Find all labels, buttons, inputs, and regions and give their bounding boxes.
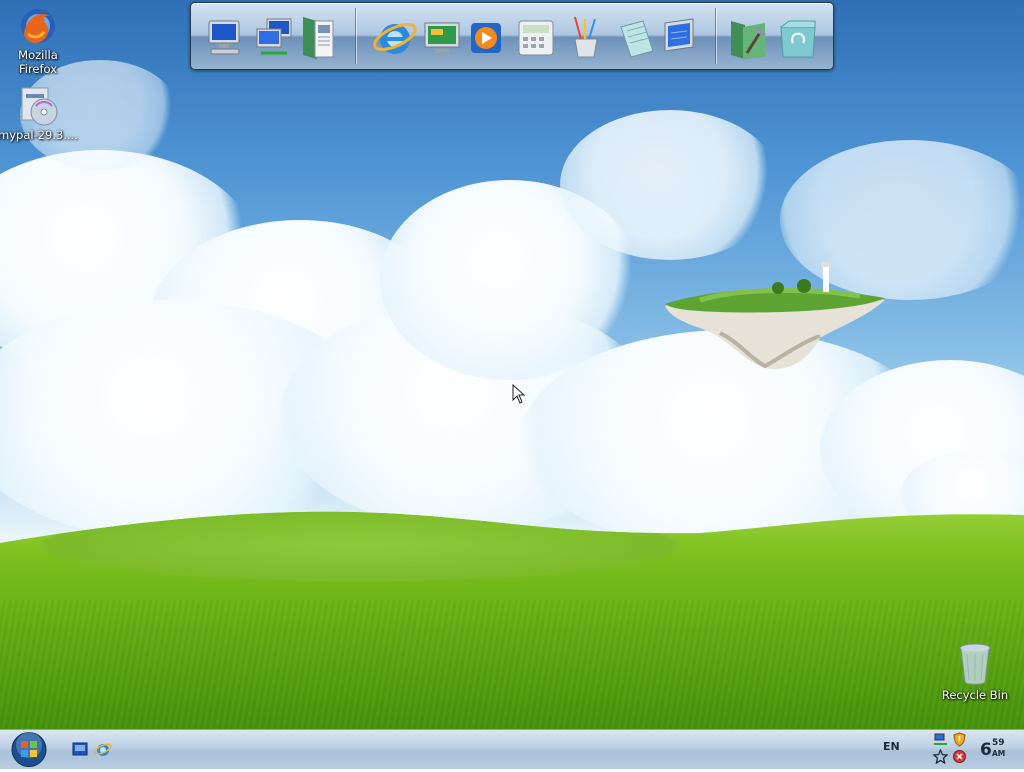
- recycle-folder-icon: [780, 20, 816, 58]
- dock-item-paint[interactable]: [563, 13, 609, 61]
- clock-minute: 59: [992, 738, 1005, 748]
- dock-item-recycle-folder[interactable]: [775, 13, 821, 61]
- dock-bar: [190, 2, 834, 70]
- tray-security[interactable]: [952, 732, 967, 747]
- language-indicator[interactable]: EN: [883, 740, 900, 753]
- mouse-cursor-icon: [512, 384, 526, 404]
- show-desktop-icon: [72, 742, 88, 756]
- display-settings-icon: [664, 18, 694, 52]
- security-shield-icon: [953, 732, 966, 747]
- dock-item-notepad[interactable]: [613, 13, 659, 61]
- dock-item-documents[interactable]: [295, 13, 341, 61]
- dock-item-my-computer[interactable]: [201, 13, 247, 61]
- quick-launch-show-desktop[interactable]: [71, 740, 89, 758]
- desktop-icon-recycle-bin[interactable]: Recycle Bin: [935, 642, 1015, 702]
- quick-launch-internet-explorer[interactable]: [94, 740, 112, 758]
- star-tray-icon: [932, 748, 949, 765]
- internet-explorer-icon: [373, 23, 417, 54]
- clock-ampm: AM: [992, 749, 1006, 758]
- installer-disc-icon: [21, 87, 58, 126]
- desktop-icon-firefox[interactable]: Mozilla Firefox: [0, 4, 78, 76]
- desktop-icon-label: Mozilla Firefox: [18, 48, 58, 76]
- desktop-icon-label: Recycle Bin: [941, 688, 1009, 702]
- calculator-icon: [518, 20, 554, 56]
- control-panel-icon: [424, 22, 460, 53]
- dock-item-display-settings[interactable]: [655, 13, 701, 61]
- media-player-icon: [471, 23, 501, 53]
- clock-hour: 6: [980, 740, 992, 760]
- tray-star[interactable]: [932, 748, 949, 765]
- tray-network[interactable]: [933, 732, 948, 747]
- recycle-bin-icon: [959, 643, 991, 685]
- dock-item-calculator[interactable]: [513, 13, 559, 61]
- network-icon: [256, 18, 292, 55]
- floating-island: [665, 262, 885, 369]
- network-tray-icon: [934, 733, 947, 745]
- desktop-icon-mypal[interactable]: mypal-29.3....: [0, 84, 78, 142]
- tray-alert[interactable]: [952, 749, 967, 764]
- my-computer-icon: [208, 20, 240, 55]
- firefox-icon: [21, 9, 55, 43]
- desktop-icon-label: mypal-29.3....: [0, 128, 78, 142]
- alert-tray-icon: [953, 750, 966, 763]
- tools-folder-icon: [731, 21, 767, 59]
- dock-item-control-panel[interactable]: [419, 13, 465, 61]
- dock-item-internet-explorer[interactable]: [371, 13, 417, 61]
- taskbar: [0, 729, 1024, 769]
- start-button[interactable]: [10, 731, 48, 768]
- documents-icon: [303, 17, 334, 59]
- notepad-icon: [620, 20, 654, 58]
- taskbar-clock[interactable]: 6 59 AM: [978, 737, 1018, 763]
- internet-explorer-icon: [94, 743, 112, 756]
- dock-item-network[interactable]: [251, 13, 297, 61]
- dock-item-tools-folder[interactable]: [725, 13, 771, 61]
- windows-orb-icon: [11, 732, 47, 767]
- dock-item-media-player[interactable]: [463, 13, 509, 61]
- paint-icon: [574, 16, 598, 58]
